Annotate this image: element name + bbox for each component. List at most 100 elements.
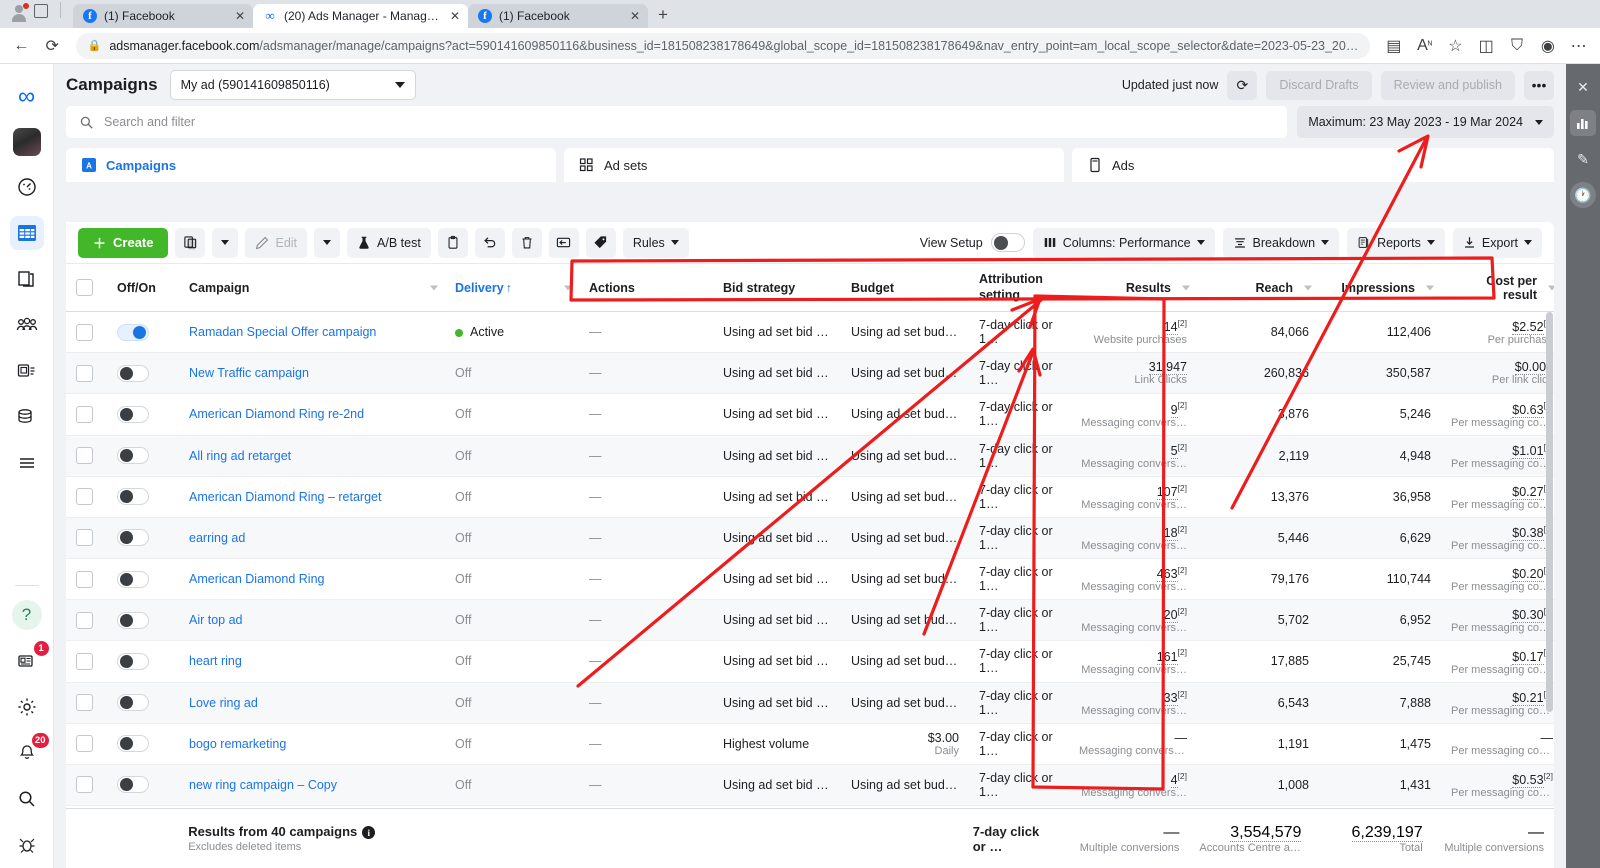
row-campaign-cell[interactable]: bogo remarketing — [179, 723, 445, 765]
row-campaign-cell[interactable]: American Diamond Ring re-2nd — [179, 393, 445, 436]
account-selector[interactable]: My ad (590141609850116) — [169, 70, 416, 100]
row-toggle-cell[interactable] — [107, 682, 179, 724]
offon-toggle[interactable] — [117, 323, 149, 341]
row-checkbox-cell[interactable] — [66, 393, 107, 436]
col-cost-per-result[interactable]: Cost per result — [1441, 264, 1554, 313]
date-range-picker[interactable]: Maximum: 23 May 2023 - 19 Mar 2024 — [1297, 106, 1554, 138]
audience-icon[interactable] — [10, 308, 44, 342]
chevron-down-icon[interactable] — [1548, 285, 1554, 291]
export-arrow-icon[interactable] — [548, 227, 579, 258]
row-checkbox[interactable] — [76, 529, 93, 547]
reload-icon[interactable]: ⟳ — [39, 32, 66, 60]
export-button[interactable]: Export — [1452, 227, 1542, 258]
campaign-name-link[interactable]: All ring ad retarget — [189, 449, 291, 463]
row-checkbox[interactable] — [76, 323, 93, 341]
table-row[interactable]: All ring ad retarget Off — Using ad set bid… — [66, 435, 1554, 477]
bug-icon[interactable] — [10, 828, 44, 862]
review-and-publish-button[interactable]: Review and publish — [1380, 70, 1515, 100]
row-checkbox-cell[interactable] — [66, 723, 107, 765]
row-campaign-cell[interactable]: new ring campaign – Copy — [179, 764, 445, 806]
row-checkbox[interactable] — [76, 776, 93, 794]
table-row[interactable]: bogo remarketing Off — Highest volume $3.00 D… — [66, 723, 1554, 765]
campaign-name-link[interactable]: Ramadan Special Offer campaign — [189, 325, 376, 339]
rules-button[interactable]: Rules — [622, 227, 689, 258]
row-checkbox[interactable] — [76, 611, 93, 629]
row-campaign-cell[interactable]: heart ring — [179, 640, 445, 683]
row-checkbox[interactable] — [76, 570, 93, 588]
billing-icon[interactable] — [10, 400, 44, 434]
search-icon[interactable] — [10, 782, 44, 816]
campaign-name-link[interactable]: bogo remarketing — [189, 737, 286, 751]
select-all-header[interactable] — [66, 264, 107, 313]
row-toggle-cell[interactable] — [107, 435, 179, 477]
row-toggle-cell[interactable] — [107, 517, 179, 560]
more-options-button[interactable]: ••• — [1524, 70, 1554, 100]
bell-icon[interactable]: 20 — [10, 733, 49, 770]
pages-icon[interactable] — [10, 262, 44, 296]
settings-more-icon[interactable]: ⋯ — [1565, 32, 1592, 60]
row-toggle-cell[interactable] — [107, 558, 179, 601]
favorite-star-icon[interactable]: ☆ — [1442, 32, 1469, 60]
edit-button[interactable]: Edit — [245, 227, 308, 258]
tab-adsets[interactable]: Ad sets — [564, 148, 1064, 182]
offon-toggle[interactable] — [117, 570, 149, 588]
chevron-down-icon[interactable] — [564, 285, 572, 291]
row-checkbox[interactable] — [76, 694, 93, 712]
gear-icon[interactable] — [10, 690, 44, 724]
collections-icon[interactable]: ◫ — [1473, 32, 1500, 60]
row-campaign-cell[interactable]: All ring ad retarget — [179, 435, 445, 477]
clock-icon[interactable]: 🕐 — [1570, 182, 1596, 208]
meta-logo-icon[interactable]: ∞ — [10, 80, 44, 114]
table-row[interactable]: American Diamond Ring Off — Using ad set bi… — [66, 558, 1554, 601]
browser-tab-0[interactable]: f (1) Facebook ✕ — [73, 4, 253, 28]
undo-icon[interactable] — [474, 227, 505, 258]
read-aloud-icon[interactable]: Aᴺ — [1411, 32, 1438, 60]
table-row[interactable]: new ring campaign – Copy Off — Using ad set… — [66, 764, 1554, 806]
pencil-icon[interactable]: ✎ — [1570, 146, 1596, 172]
chevron-down-icon[interactable] — [430, 285, 438, 291]
campaign-name-link[interactable]: Air top ad — [189, 613, 243, 627]
row-campaign-cell[interactable]: Love ring ad — [179, 682, 445, 724]
table-row[interactable]: earring ad Off — Using ad set bid … Using ad… — [66, 517, 1554, 560]
table-row[interactable]: Love ring ad Off — Using ad set bid … Using … — [66, 682, 1554, 724]
row-toggle-cell[interactable] — [107, 764, 179, 806]
browser-tab-2[interactable]: f (1) Facebook ✕ — [468, 4, 648, 28]
back-icon[interactable]: ← — [8, 32, 35, 60]
campaign-name-link[interactable]: American Diamond Ring – retarget — [189, 490, 381, 504]
campaign-name-link[interactable]: New Traffic campaign — [189, 366, 309, 380]
row-checkbox-cell[interactable] — [66, 764, 107, 806]
offon-toggle[interactable] — [117, 611, 149, 629]
offon-toggle[interactable] — [117, 735, 149, 753]
row-checkbox[interactable] — [76, 405, 93, 423]
reports-button[interactable]: Reports — [1347, 227, 1445, 258]
help-icon[interactable]: ? — [10, 598, 44, 632]
dashboard-icon[interactable] — [10, 170, 44, 204]
profile-avatar-icon[interactable] — [10, 3, 29, 22]
refresh-icon[interactable]: ⟳ — [1227, 70, 1258, 100]
row-campaign-cell[interactable]: Air top ad — [179, 599, 445, 642]
table-row[interactable]: New Traffic campaign Off — Using ad set bid… — [66, 352, 1554, 395]
table-row[interactable]: Ramadan Special Offer campaign Active — Usi… — [66, 311, 1554, 354]
row-checkbox-cell[interactable] — [66, 435, 107, 477]
menu-icon[interactable] — [10, 446, 44, 480]
chevron-down-icon[interactable] — [1426, 285, 1434, 291]
row-checkbox-cell[interactable] — [66, 599, 107, 642]
row-checkbox-cell[interactable] — [66, 352, 107, 395]
row-toggle-cell[interactable] — [107, 476, 179, 518]
edit-dropdown[interactable] — [314, 227, 341, 258]
offon-toggle[interactable] — [117, 529, 149, 547]
col-reach[interactable]: Reach — [1197, 264, 1319, 313]
row-campaign-cell[interactable]: American Diamond Ring — [179, 558, 445, 601]
row-checkbox-cell[interactable] — [66, 558, 107, 601]
row-checkbox-cell[interactable] — [66, 517, 107, 560]
address-bar[interactable]: 🔒 adsmanager.facebook.com/adsmanager/man… — [75, 32, 1371, 59]
campaign-name-link[interactable]: American Diamond Ring re-2nd — [189, 407, 364, 421]
row-checkbox[interactable] — [76, 735, 93, 753]
new-tab-button[interactable]: + — [648, 5, 678, 28]
close-icon[interactable]: ✕ — [450, 9, 460, 23]
offon-toggle[interactable] — [117, 488, 149, 506]
row-checkbox-cell[interactable] — [66, 682, 107, 724]
duplicate-dropdown[interactable] — [212, 227, 239, 258]
row-checkbox[interactable] — [76, 652, 93, 670]
select-all-checkbox[interactable] — [76, 279, 93, 297]
